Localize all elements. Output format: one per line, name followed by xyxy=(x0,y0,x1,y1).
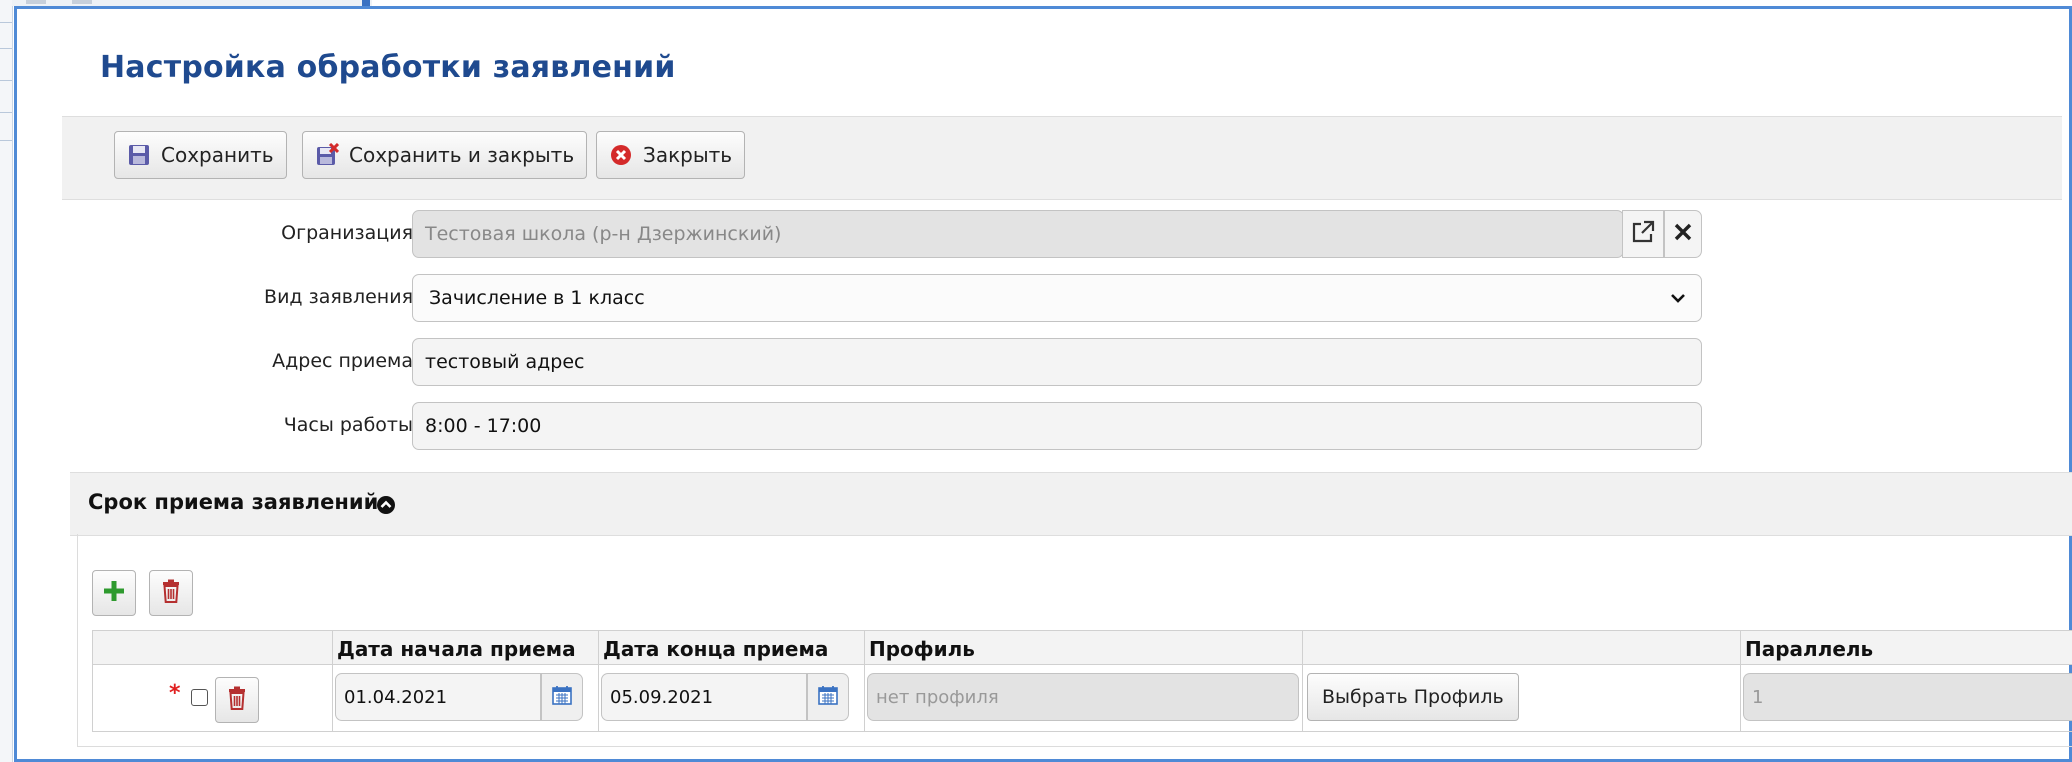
clear-x-icon xyxy=(1673,222,1693,246)
table-row-start-date-cell: 01.04.2021 xyxy=(333,665,599,731)
application-type-value: Зачисление в 1 класс xyxy=(429,287,645,309)
external-link-icon xyxy=(1630,219,1656,249)
background-sidebar-strip xyxy=(0,0,13,762)
save-and-close-button[interactable]: Сохранить и закрыть xyxy=(302,131,588,179)
chevron-up-circle-icon[interactable] xyxy=(376,495,396,519)
close-button[interactable]: Закрыть xyxy=(596,131,746,179)
end-date-calendar-button[interactable] xyxy=(807,673,849,721)
save-button-label: Сохранить xyxy=(161,143,274,167)
choose-profile-button[interactable]: Выбрать Профиль xyxy=(1307,673,1519,721)
clear-organization-button[interactable] xyxy=(1664,210,1702,258)
parallel-input[interactable]: 1 xyxy=(1743,673,2072,721)
column-header-profile: Профиль xyxy=(865,631,1303,665)
chevron-down-icon xyxy=(1669,289,1687,312)
delete-rows-button[interactable] xyxy=(149,570,193,616)
column-header-parallel: Параллель xyxy=(1741,631,2072,665)
hours-label: Часы работы xyxy=(283,414,413,436)
trash-icon xyxy=(160,579,182,607)
save-close-icon xyxy=(315,142,340,167)
column-header-end-date: Дата конца приема xyxy=(599,631,865,665)
period-table: Дата начала приема Дата конца приема Про… xyxy=(92,630,2072,732)
organization-label: Огранизация xyxy=(281,222,413,244)
table-row-profile-select-cell: Выбрать Профиль xyxy=(1303,665,1741,731)
column-header-actions xyxy=(93,631,333,665)
open-organization-button[interactable] xyxy=(1622,210,1664,258)
add-row-button[interactable] xyxy=(92,570,136,616)
application-type-select[interactable]: Зачисление в 1 класс xyxy=(412,274,1702,322)
page-title: Настройка обработки заявлений xyxy=(100,50,676,85)
start-date-input[interactable]: 01.04.2021 xyxy=(335,673,541,721)
close-button-label: Закрыть xyxy=(643,143,733,167)
floppy-disk-icon xyxy=(127,143,151,167)
table-row-parallel-cell: 1 xyxy=(1741,665,2072,731)
period-section-title: Срок приема заявлений xyxy=(88,490,379,514)
organization-field[interactable]: Тестовая школа (р-н Дзержинский) xyxy=(412,210,1624,258)
address-input[interactable]: тестовый адрес xyxy=(412,338,1702,386)
table-row-end-date-cell: 05.09.2021 xyxy=(599,665,865,731)
close-circle-icon xyxy=(609,143,633,167)
end-date-input[interactable]: 05.09.2021 xyxy=(601,673,807,721)
table-row-profile-cell: нет профиля xyxy=(865,665,1303,731)
trash-icon xyxy=(226,686,248,714)
row-checkbox[interactable] xyxy=(191,689,208,706)
start-date-calendar-button[interactable] xyxy=(541,673,583,721)
period-section-header[interactable]: Срок приема заявлений xyxy=(70,472,2072,536)
calendar-icon xyxy=(551,684,573,710)
toolbar: Сохранить Сохранить и закрыть Закрыть xyxy=(62,116,2062,200)
hours-input[interactable]: 8:00 - 17:00 xyxy=(412,402,1702,450)
application-type-label: Вид заявления xyxy=(264,286,413,308)
delete-row-button[interactable] xyxy=(215,677,259,723)
address-label: Адрес приема xyxy=(272,350,413,372)
required-mark: * xyxy=(169,681,181,706)
profile-input[interactable]: нет профиля xyxy=(867,673,1299,721)
plus-icon xyxy=(101,578,127,608)
table-row-actions-cell: * xyxy=(93,665,333,731)
save-and-close-label: Сохранить и закрыть xyxy=(349,143,575,167)
column-header-profile-select xyxy=(1303,631,1741,665)
column-header-start-date: Дата начала приема xyxy=(333,631,599,665)
calendar-icon xyxy=(817,684,839,710)
save-button[interactable]: Сохранить xyxy=(114,131,287,179)
